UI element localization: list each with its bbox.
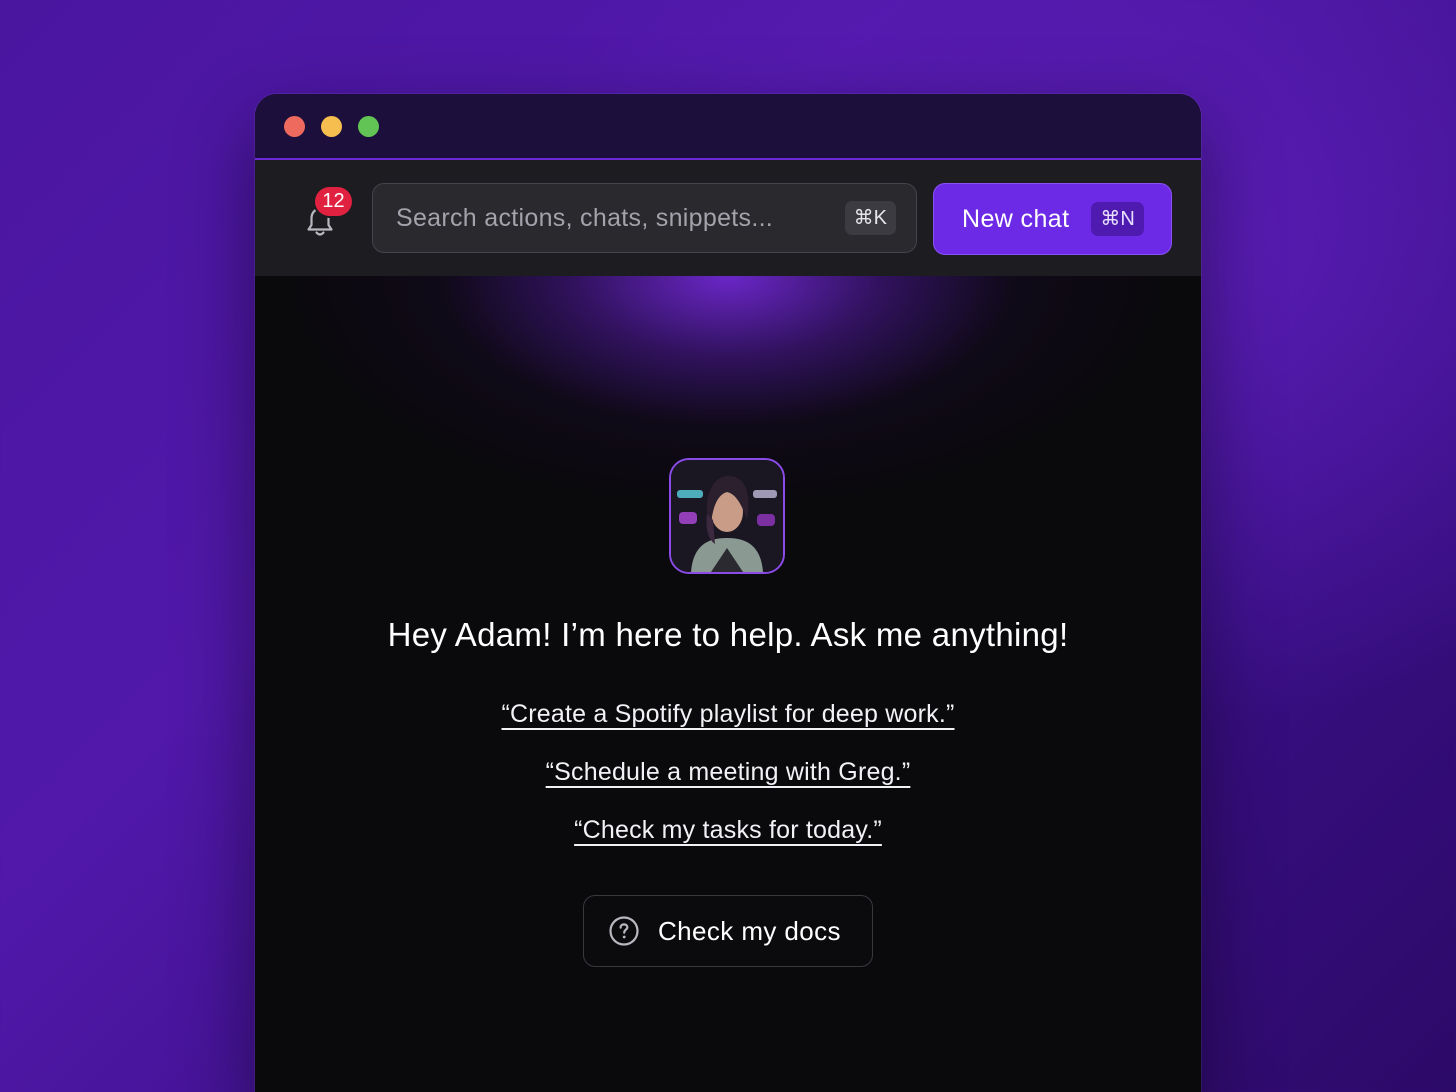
app-window: 12 ⌘K New chat ⌘N Hey Adam! [255,94,1201,1092]
search-input[interactable] [394,202,845,234]
toolbar: 12 ⌘K New chat ⌘N [255,160,1201,277]
title-bar [255,94,1201,160]
search-shortcut-hint: ⌘K [844,201,896,235]
suggestion-link[interactable]: “Create a Spotify playlist for deep work… [501,700,954,728]
minimize-window-button[interactable] [321,115,342,137]
question-circle-icon [609,916,639,946]
notification-badge: 12 [315,187,352,216]
check-docs-label: Check my docs [658,915,841,946]
welcome-headline: Hey Adam! I’m here to help. Ask me anyth… [387,616,1069,653]
suggestion-link[interactable]: “Check my tasks for today.” [574,816,882,844]
new-chat-label: New chat [962,204,1070,233]
close-window-button[interactable] [284,115,305,137]
suggestion-item: “Schedule a meeting with Greg.” [255,758,1201,787]
chat-welcome-area: Hey Adam! I’m here to help. Ask me anyth… [255,276,1201,1092]
assistant-avatar [669,458,785,574]
zoom-window-button[interactable] [358,115,379,137]
suggestion-item: “Check my tasks for today.” [255,816,1201,845]
check-docs-button[interactable]: Check my docs [583,895,873,967]
new-chat-shortcut-hint: ⌘N [1091,202,1144,236]
suggestion-item: “Create a Spotify playlist for deep work… [255,700,1201,729]
search-box[interactable]: ⌘K [372,183,917,253]
suggestion-link[interactable]: “Schedule a meeting with Greg.” [546,758,911,786]
new-chat-button[interactable]: New chat ⌘N [933,183,1172,255]
